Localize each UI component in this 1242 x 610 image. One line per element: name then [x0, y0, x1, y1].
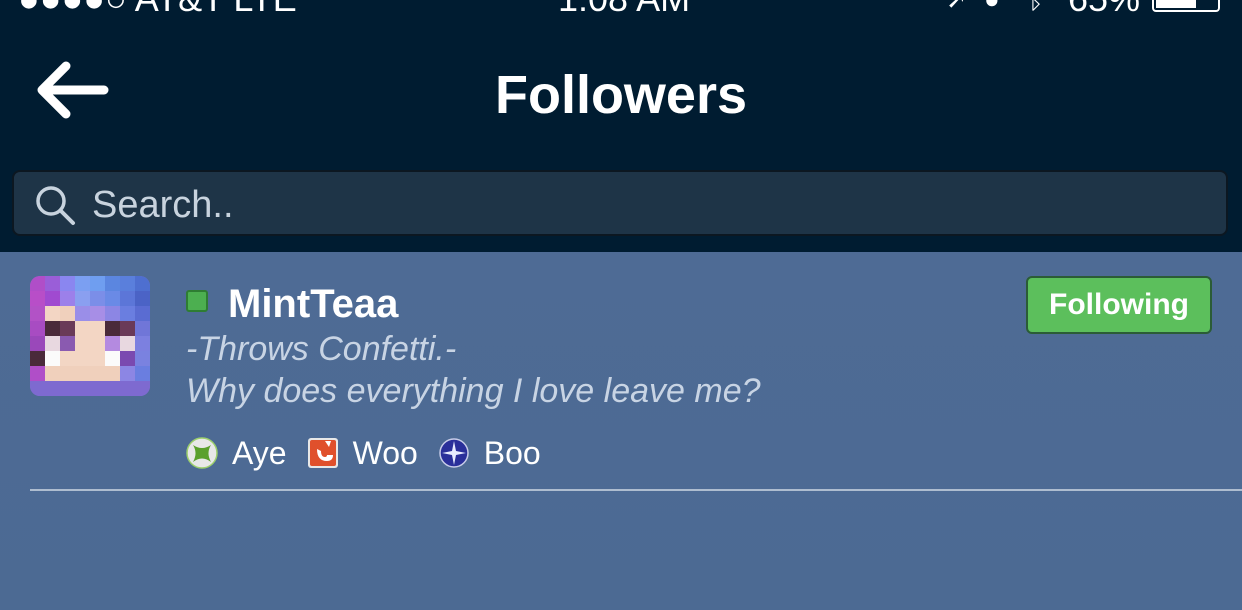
gamer-tag-origin: Woo — [307, 435, 418, 472]
avatar[interactable] — [30, 276, 150, 396]
battery-icon — [1152, 0, 1220, 12]
followers-list: MintTeaa -Throws Confetti.- Why does eve… — [0, 252, 1242, 610]
gamer-tag-label: Boo — [483, 434, 541, 471]
search-input[interactable] — [90, 180, 1194, 230]
search-icon — [36, 186, 75, 225]
gamer-tag-playstation: Boo — [438, 435, 541, 472]
search-box[interactable] — [12, 170, 1228, 236]
gamer-tag-label: Woo — [352, 434, 418, 471]
gamer-tags: Aye Woo Boo — [186, 432, 561, 474]
clock: 1:08 AM — [558, 0, 690, 14]
divider — [30, 489, 1242, 491]
list-item[interactable]: MintTeaa -Throws Confetti.- Why does eve… — [0, 252, 1242, 492]
navigation-bar: Followers — [0, 14, 1242, 164]
online-status-indicator — [186, 290, 208, 312]
gamer-tag-xbox: Aye — [186, 435, 287, 472]
bluetooth-icon: ᛒ — [1028, 0, 1044, 14]
location-icon: ➚ — [946, 0, 968, 14]
carrier-label: ●●●●○ AT&T LTE — [18, 0, 297, 14]
xbox-icon — [186, 437, 218, 469]
search-bar — [0, 164, 1242, 252]
bio-line: -Throws Confetti.- — [186, 330, 457, 368]
bio-line: Why does everything I love leave me? — [186, 372, 761, 410]
page-title: Followers — [494, 65, 748, 125]
battery-percent: 65% — [1068, 0, 1140, 14]
gamer-tag-label: Aye — [232, 434, 287, 471]
username[interactable]: MintTeaa — [228, 282, 398, 327]
status-bar: ●●●●○ AT&T LTE 1:08 AM ➚ ● ᛒ 65% — [0, 0, 1242, 14]
playstation-icon — [439, 438, 469, 468]
alarm-icon: ● — [984, 0, 1000, 14]
following-button[interactable]: Following — [1026, 276, 1212, 334]
origin-icon — [307, 438, 338, 468]
